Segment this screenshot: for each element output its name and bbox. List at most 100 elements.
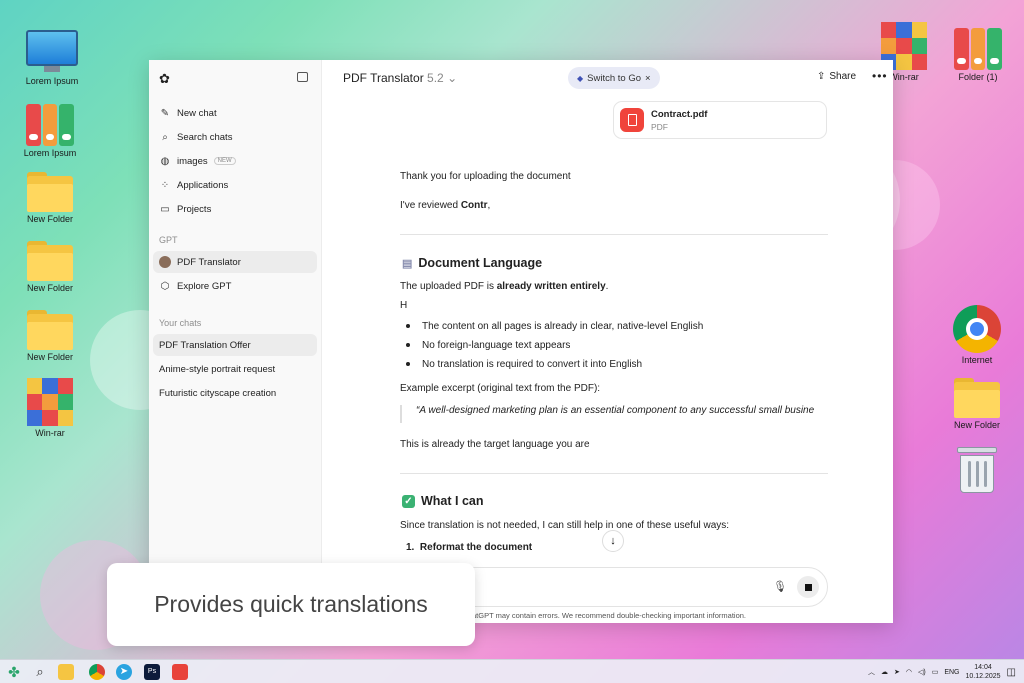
sidebar-item-label: Explore GPT [177, 280, 232, 292]
taskbar: ✤ ⌕ ➤ Ps ︿ ☁ ➤ ◠ ◁) ▭ ENG 14:04 10.12.202… [0, 659, 1024, 683]
search-icon[interactable]: ⌕ [32, 664, 48, 680]
chat-item[interactable]: Futuristic cityscape creation [153, 382, 317, 404]
disclaimer-text: atGPT may contain errors. We recommend d… [472, 611, 747, 620]
sidebar-item-applications[interactable]: ⁘ Applications [153, 174, 317, 196]
clock-date: 10.12.2025 [965, 673, 1001, 680]
sidebar-item-pdf-translator[interactable]: PDF Translator [153, 251, 317, 273]
list-number: 1. [406, 542, 415, 553]
folder-icon [27, 241, 73, 281]
blockquote: “A well-designed marketing plan is an es… [400, 405, 828, 423]
message-paragraph: This is already the target language you … [400, 439, 590, 450]
top-bar: PDF Translator 5.2 ⌄ ◆ Switch to Go × ⇪ Sha… [322, 60, 893, 96]
chat-main: PDF Translator 5.2 ⌄ ◆ Switch to Go × ⇪ Sha… [322, 60, 893, 623]
language-indicator[interactable]: ENG [944, 669, 959, 676]
telegram-tray-icon[interactable]: ➤ [894, 668, 900, 676]
chat-item-label: Futuristic cityscape creation [159, 387, 277, 399]
chevron-up-icon[interactable]: ︿ [868, 667, 875, 677]
model-version: 5.2 [427, 71, 444, 85]
bullet-item: No translation is required to convert it… [406, 359, 642, 370]
switch-to-go-button[interactable]: ◆ Switch to Go × [568, 67, 660, 89]
desktop-icon-lorem-ipsum-2[interactable]: Lorem Ipsum [20, 102, 80, 158]
folder-icon: ▭ [160, 203, 170, 215]
desktop-icon-label: Lorem Ipsum [23, 148, 77, 158]
sidebar-toggle-icon[interactable] [297, 72, 308, 82]
sidebar: ✿ ✎ New chat ⌕ Search chats ◍ images NEW ⁘ Ap… [149, 60, 322, 623]
section-heading-your-chats: Your chats [159, 318, 202, 328]
sidebar-item-images[interactable]: ◍ images NEW [153, 150, 317, 172]
desktop-icon-winrar[interactable]: Win-rar [20, 378, 80, 438]
sidebar-item-label: images [177, 155, 208, 167]
text-span: , [487, 200, 491, 211]
notification-icon[interactable]: ◫ [1007, 667, 1016, 678]
wifi-icon[interactable]: ◠ [906, 668, 912, 676]
start-icon[interactable]: ✤ [6, 664, 22, 680]
battery-icon[interactable]: ▭ [932, 668, 939, 676]
caption-text: Provides quick translations [154, 591, 428, 617]
stop-button[interactable] [797, 576, 819, 598]
stop-icon [804, 583, 812, 591]
message-paragraph: H [400, 300, 408, 311]
telegram-icon[interactable]: ➤ [116, 664, 132, 680]
desktop-icon-new-folder[interactable]: New Folder [20, 172, 80, 224]
clock[interactable]: 14:04 10.12.2025 [966, 663, 1001, 681]
chrome-icon [953, 305, 1001, 353]
desktop-icon-label: New Folder [26, 352, 73, 362]
attachment-type: PDF [651, 121, 668, 132]
desktop-icon-new-folder-2[interactable]: New Folder [20, 241, 80, 293]
sidebar-item-projects[interactable]: ▭ Projects [153, 198, 317, 220]
folder-icon [954, 378, 1000, 418]
sidebar-item-explore-gpt[interactable]: ⬡ Explore GPT [153, 275, 317, 297]
grid-icon: ⁘ [160, 179, 170, 191]
chat-item-label: PDF Translation Offer [159, 339, 251, 351]
check-icon: ✓ [402, 494, 415, 508]
chrome-icon[interactable] [89, 664, 105, 680]
desktop-icon-new-folder-right[interactable]: New Folder [947, 378, 1007, 430]
message-paragraph: Thank you for uploading the document [400, 171, 571, 182]
text-span: I've reviewed [400, 200, 461, 211]
chat-item[interactable]: PDF Translation Offer [153, 334, 317, 356]
recycle-bin-icon [957, 447, 997, 493]
sidebar-item-label: New chat [177, 107, 217, 119]
system-tray: ︿ ☁ ➤ ◠ ◁) ▭ ENG 14:04 10.12.2025 ◫ [868, 663, 1016, 681]
desktop-icon-internet[interactable]: Internet [947, 305, 1007, 365]
search-icon: ⌕ [162, 131, 168, 143]
feature-caption-card: Provides quick translations [107, 563, 475, 646]
app-icon[interactable] [172, 664, 188, 680]
sidebar-item-new-chat[interactable]: ✎ New chat [153, 102, 317, 124]
share-button[interactable]: ⇪ Share [817, 71, 856, 82]
attachment-card[interactable]: Contract.pdf PDF [613, 101, 827, 139]
chat-item[interactable]: Anime-style portrait request [153, 358, 317, 380]
chatgpt-window: ✿ ✎ New chat ⌕ Search chats ◍ images NEW ⁘ Ap… [149, 60, 893, 623]
arrow-down-icon: ↓ [610, 535, 616, 547]
share-label: Share [829, 71, 857, 82]
desktop-icon-folder-1[interactable]: Folder (1) [948, 26, 1008, 82]
sidebar-item-search-chats[interactable]: ⌕ Search chats [153, 126, 317, 148]
sidebar-item-label: Search chats [177, 131, 233, 143]
cloud-icon[interactable]: ☁ [881, 668, 888, 676]
desktop-icon-lorem-ipsum[interactable]: Lorem Ipsum [22, 30, 82, 86]
microphone-icon[interactable]: 🎙 [773, 580, 787, 593]
section-heading: ✓ What I can [402, 494, 484, 508]
desktop-icon-recycle-bin[interactable] [947, 447, 1007, 493]
section-heading-gpt: GPT [159, 235, 178, 245]
model-selector[interactable]: PDF Translator 5.2 ⌄ [343, 71, 457, 85]
folder-icon [27, 310, 73, 350]
file-explorer-icon[interactable] [58, 664, 74, 680]
message-paragraph: I've reviewed Contr, [400, 200, 490, 211]
volume-icon[interactable]: ◁) [918, 668, 926, 676]
bullet-item: No foreign-language text appears [406, 340, 570, 351]
openai-logo-icon[interactable]: ✿ [159, 71, 170, 87]
text-span: The uploaded PDF is [400, 281, 497, 292]
scroll-down-button[interactable]: ↓ [602, 530, 624, 552]
diamond-icon: ◆ [577, 73, 584, 83]
sidebar-item-label: PDF Translator [177, 256, 241, 268]
divider [400, 234, 828, 235]
clock-time: 14:04 [974, 664, 992, 671]
desktop-icon-new-folder-3[interactable]: New Folder [20, 310, 80, 362]
close-icon[interactable]: × [645, 73, 651, 84]
more-options-icon[interactable]: ••• [872, 69, 888, 83]
message-paragraph: The uploaded PDF is already written enti… [400, 281, 608, 292]
message-paragraph: Since translation is not needed, I can s… [400, 520, 730, 531]
image-icon: ◍ [160, 155, 170, 167]
photoshop-icon[interactable]: Ps [144, 664, 160, 680]
